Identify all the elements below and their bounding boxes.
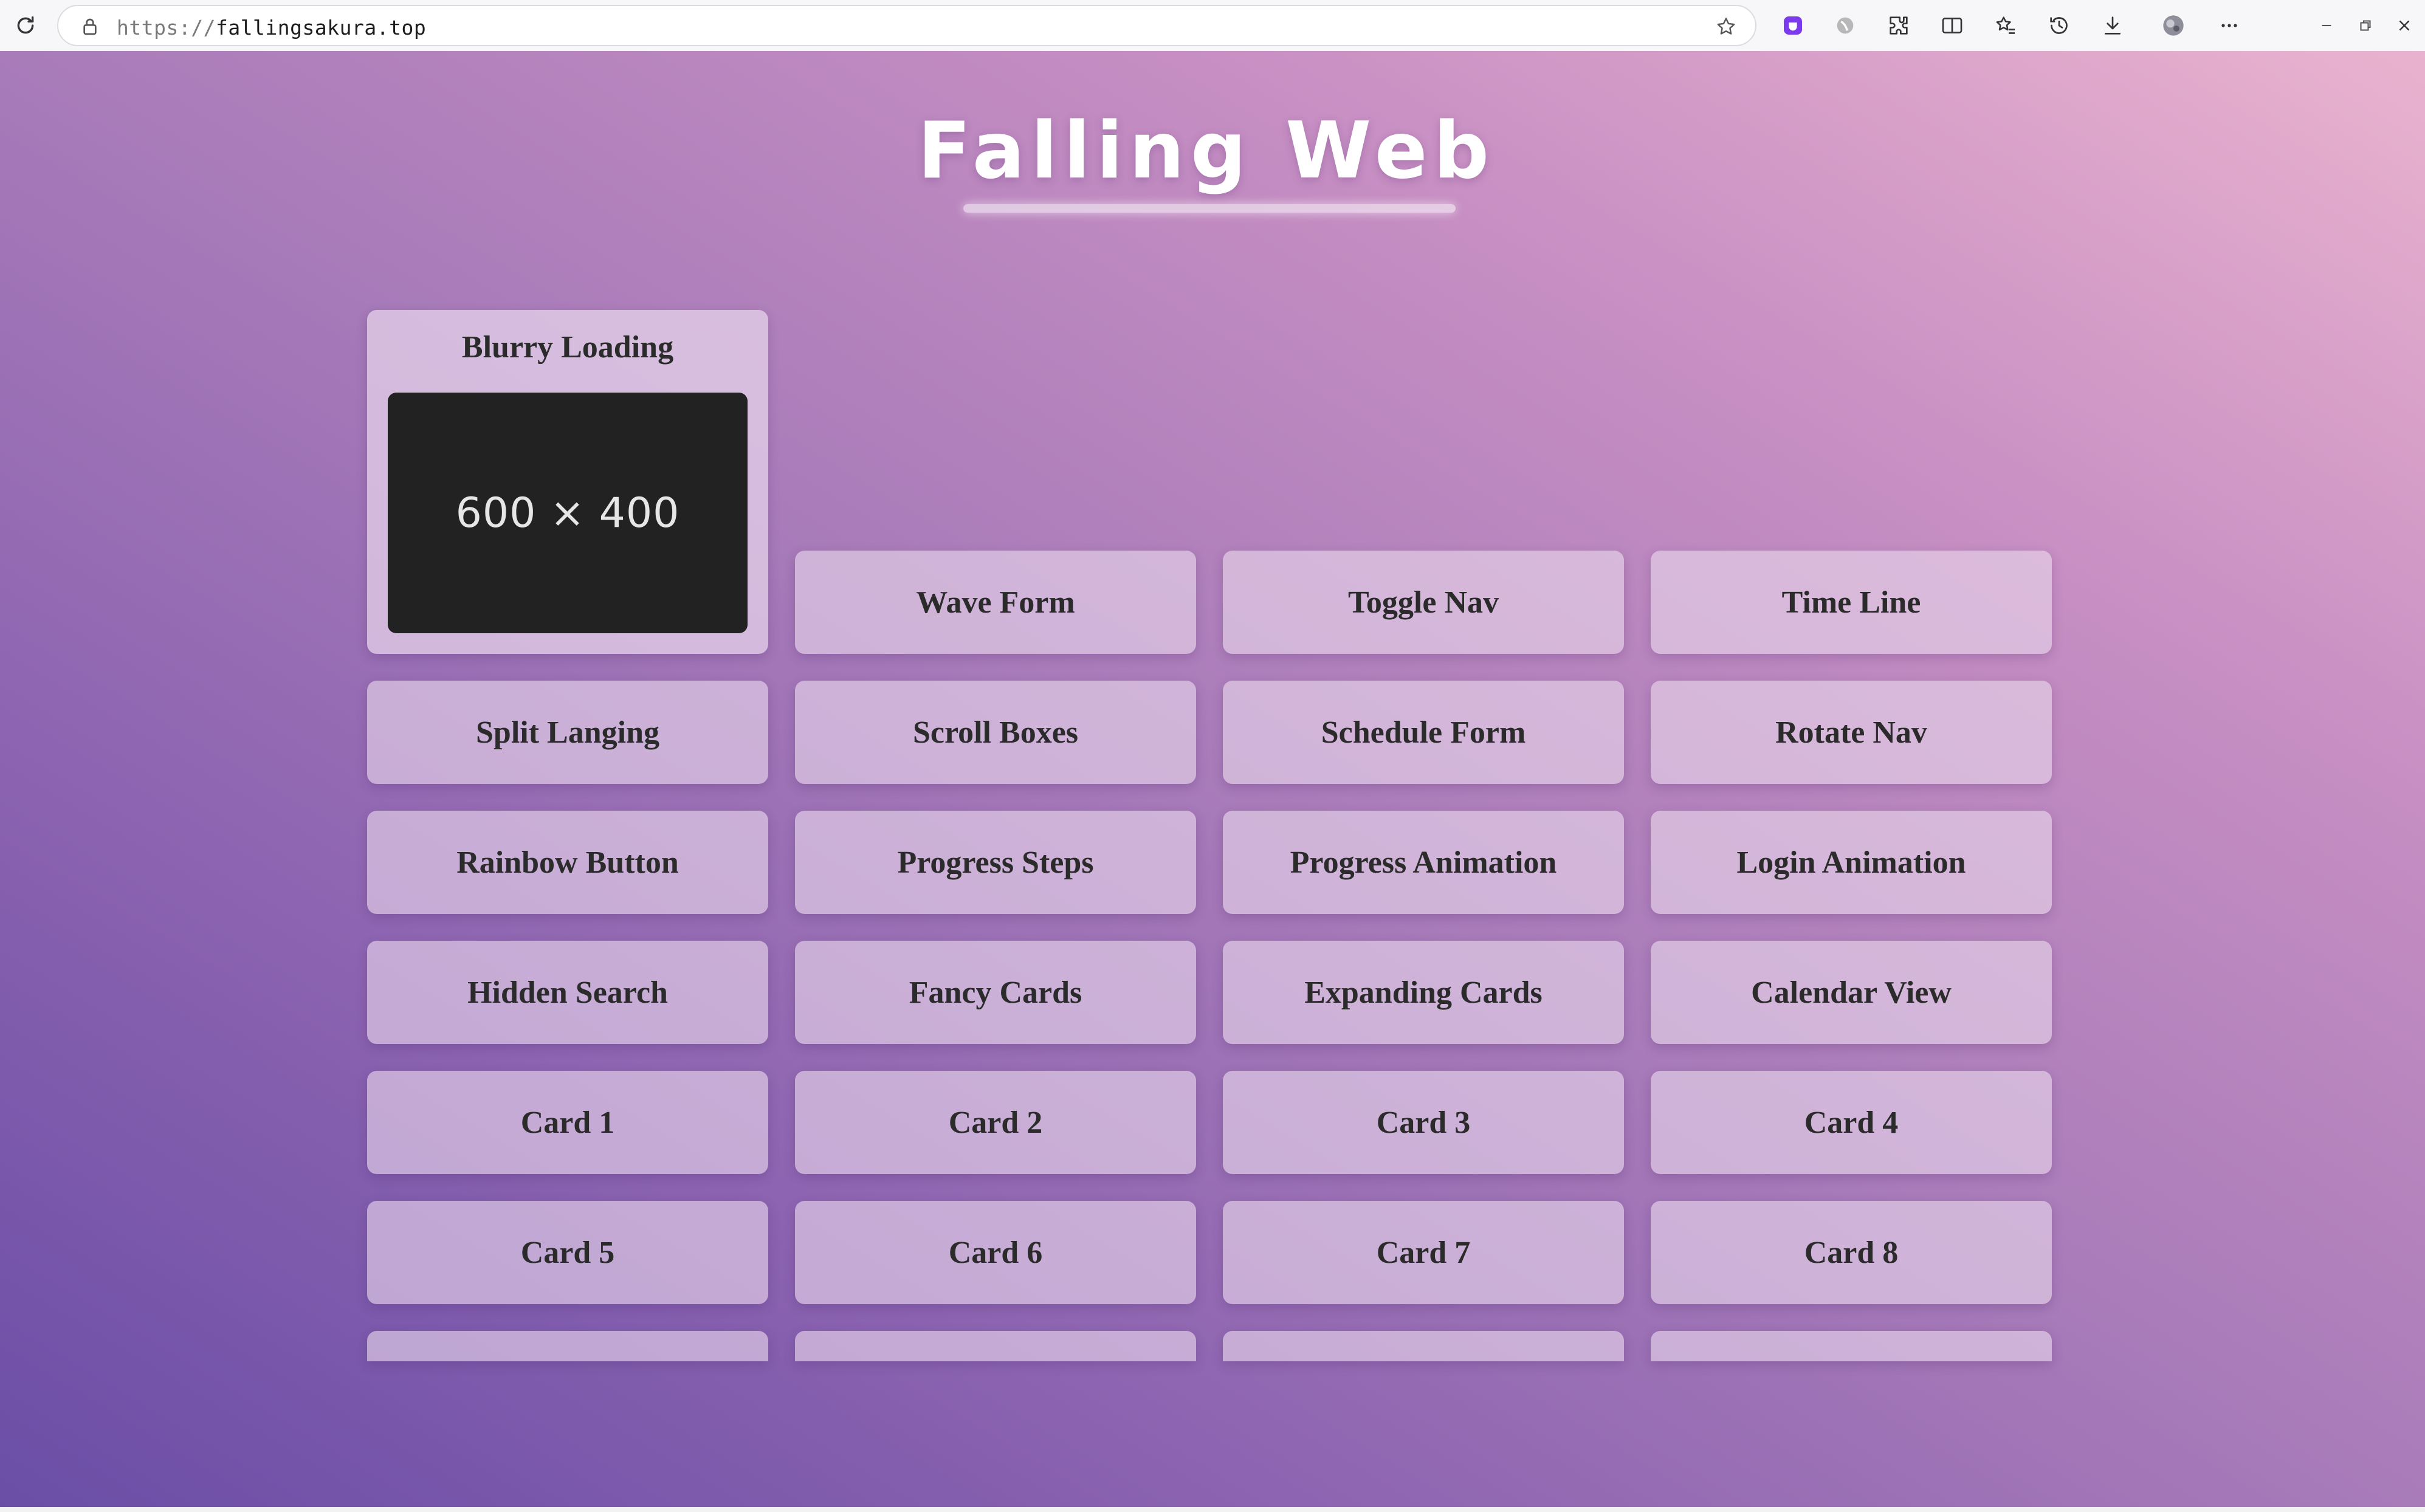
tile-card-8[interactable]: Card 8	[1651, 1201, 2052, 1304]
history-icon[interactable]	[2046, 12, 2072, 39]
tile-clipped[interactable]	[795, 1331, 1196, 1361]
tile-card-1[interactable]: Card 1	[367, 1071, 768, 1174]
tile-clipped[interactable]	[1223, 1331, 1624, 1361]
tile-scroll-boxes[interactable]: Scroll Boxes	[795, 681, 1196, 784]
lock-icon[interactable]	[80, 16, 100, 37]
tile-card-7[interactable]: Card 7	[1223, 1201, 1624, 1304]
tile-split-langing[interactable]: Split Langing	[367, 681, 768, 784]
tile-toggle-nav[interactable]: Toggle Nav	[1223, 551, 1624, 654]
tile-fancy-cards[interactable]: Fancy Cards	[795, 941, 1196, 1044]
more-menu-icon[interactable]	[2216, 12, 2243, 39]
window-bottom-edge	[0, 1507, 2425, 1512]
featured-card-title: Blurry Loading	[461, 330, 674, 365]
extension-grey-icon[interactable]	[1832, 12, 1859, 39]
tile-clipped[interactable]	[1651, 1331, 2052, 1361]
downloads-icon[interactable]	[2099, 12, 2126, 39]
tile-progress-steps[interactable]: Progress Steps	[795, 811, 1196, 914]
url-scheme: https://	[117, 16, 216, 40]
tile-hidden-search[interactable]: Hidden Search	[367, 941, 768, 1044]
url-host: fallingsakura.top	[215, 16, 427, 40]
tile-wave-form[interactable]: Wave Form	[795, 551, 1196, 654]
restore-icon[interactable]	[2352, 12, 2379, 39]
tile-card-2[interactable]: Card 2	[795, 1071, 1196, 1174]
tile-login-animation[interactable]: Login Animation	[1651, 811, 2052, 914]
minimize-icon[interactable]	[2313, 12, 2340, 39]
bookmark-star-icon[interactable]	[1715, 16, 1737, 38]
tile-calendar-view[interactable]: Calendar View	[1651, 941, 2052, 1044]
tile-rainbow-button[interactable]: Rainbow Button	[367, 811, 768, 914]
address-bar[interactable]: https://fallingsakura.top	[57, 5, 1756, 46]
browser-toolbar: https://fallingsakura.top	[0, 0, 2425, 51]
split-screen-icon[interactable]	[1939, 12, 1966, 39]
tile-card-4[interactable]: Card 4	[1651, 1071, 2052, 1174]
tile-expanding-cards[interactable]: Expanding Cards	[1223, 941, 1624, 1044]
title-underline	[963, 204, 1456, 213]
extensions-puzzle-icon[interactable]	[1885, 12, 1912, 39]
tile-card-5[interactable]: Card 5	[367, 1201, 768, 1304]
tile-progress-animation[interactable]: Progress Animation	[1223, 811, 1624, 914]
tile-rotate-nav[interactable]: Rotate Nav	[1651, 681, 2052, 784]
close-icon[interactable]	[2391, 12, 2418, 39]
tile-card-3[interactable]: Card 3	[1223, 1071, 1624, 1174]
profile-avatar-icon[interactable]	[2160, 12, 2187, 39]
favorites-icon[interactable]	[1992, 12, 2019, 39]
page-content: Falling Web Blurry Loading 600 × 400 Wav…	[0, 51, 2425, 1512]
tile-card-6[interactable]: Card 6	[795, 1201, 1196, 1304]
page-title: Falling Web	[917, 106, 1496, 196]
url-text[interactable]: https://fallingsakura.top	[117, 16, 426, 40]
reload-icon[interactable]	[13, 13, 38, 38]
tile-clipped[interactable]	[367, 1331, 768, 1361]
extension-purple-icon[interactable]	[1780, 12, 1806, 39]
image-placeholder: 600 × 400	[388, 393, 748, 633]
tile-time-line[interactable]: Time Line	[1651, 551, 2052, 654]
tile-schedule-form[interactable]: Schedule Form	[1223, 681, 1624, 784]
featured-card-blurry-loading[interactable]: Blurry Loading 600 × 400	[367, 310, 768, 654]
